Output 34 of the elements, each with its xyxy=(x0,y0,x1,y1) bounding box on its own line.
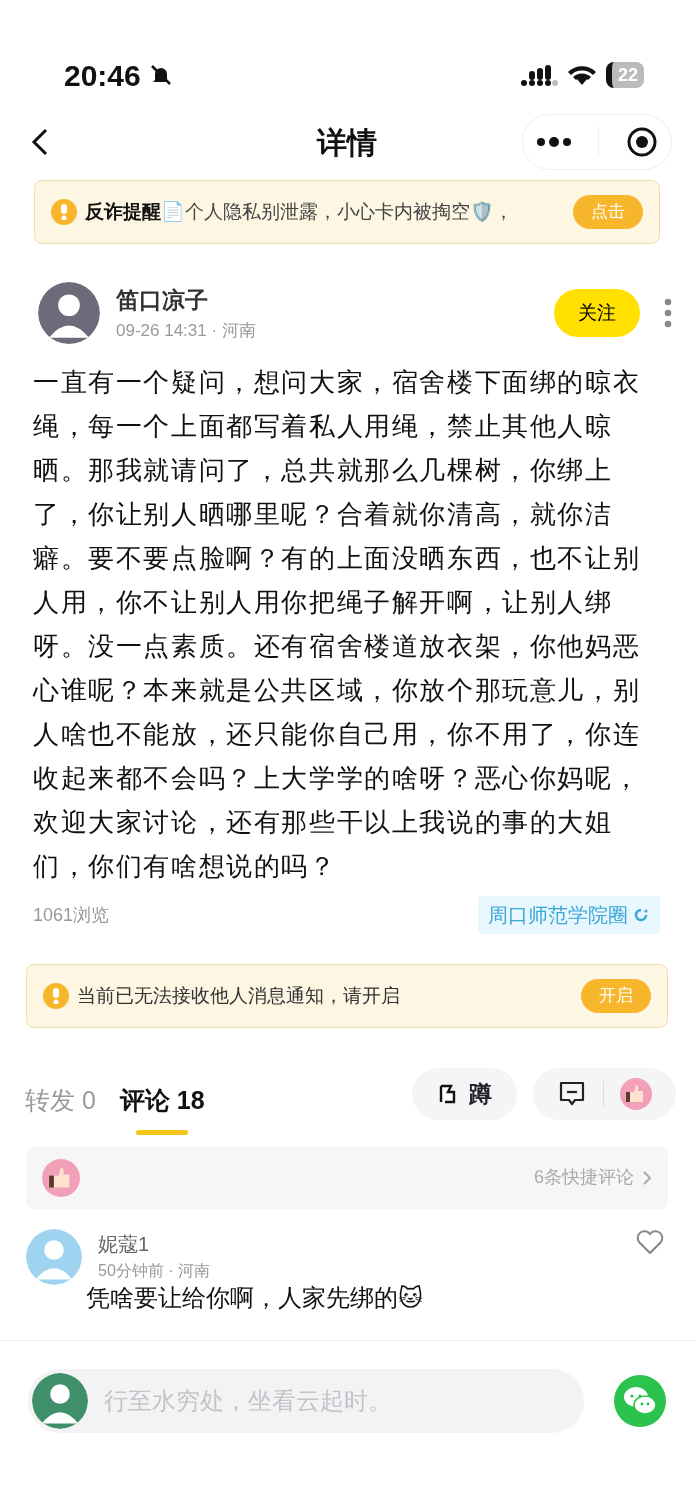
commenter-name[interactable]: 妮蔻1 xyxy=(98,1228,636,1259)
more-icon[interactable] xyxy=(536,136,573,148)
post-meta: 09-26 14:31 · 河南 xyxy=(116,319,257,342)
tab-underline xyxy=(136,1129,189,1135)
banner-text: 📄个人隐私别泄露，小心卡内被掏空🛡， xyxy=(161,199,514,224)
author-name[interactable]: 笛口凉子 xyxy=(116,283,554,318)
comment-text: 凭啥要让给你啊，人家先绑的🐱 xyxy=(86,1282,425,1313)
wechat-icon xyxy=(623,1386,657,1416)
avatar xyxy=(32,1373,88,1429)
comment-meta: 50分钟前 · 河南 xyxy=(98,1260,211,1281)
back-button[interactable] xyxy=(30,127,50,157)
follow-button[interactable]: 关注 xyxy=(554,288,640,338)
signal-icon xyxy=(519,63,558,87)
warning-icon xyxy=(43,983,69,1009)
thumbs-up-icon xyxy=(42,1158,80,1197)
banner-title: 反诈提醒 xyxy=(85,199,161,224)
bell-muted-icon xyxy=(148,63,173,87)
squat-button[interactable]: 蹲 xyxy=(412,1068,517,1120)
warning-icon xyxy=(51,199,77,225)
notice-text: 当前已无法接收他人消息通知，请开启 xyxy=(77,983,401,1008)
refresh-icon xyxy=(632,906,650,924)
thumbs-up-icon[interactable] xyxy=(620,1078,652,1110)
heart-icon[interactable] xyxy=(636,1228,664,1255)
avatar[interactable] xyxy=(38,282,100,344)
status-time: 20:46 xyxy=(64,57,141,94)
battery-level: 22 xyxy=(605,62,644,88)
page-title: 详情 xyxy=(315,124,378,161)
tab[interactable]: 评论 18 xyxy=(119,1082,205,1120)
view-count: 1061浏览 xyxy=(33,903,110,927)
chevron-right-icon xyxy=(642,1169,652,1186)
close-icon[interactable] xyxy=(625,126,658,158)
quick-comments-count: 6条快捷评论 xyxy=(534,1166,634,1189)
comment-icon[interactable] xyxy=(557,1080,587,1108)
post-text: 一直有一个疑问，想问大家，宿舍楼下面绑的晾衣绳，每一个上面都写着私人用绳，禁止其他人晾晒。那我就请问了，总共就那么几棵树，你绑上了，你让别人晒哪里呢？合着就你清高，就你洁癖。要不要点脸啊？有的上面没晒东西，也不让别人用，你不让别人用你把绳子解开啊，让别人绑呀。没一点素质。还有宿舍楼道放衣架，你他妈恶心谁呢？本来就是公共区域，你放个那玩意儿，别人啥也不能放，还只能你自己用，你不用了，你连收起来都不会吗？上大学学的啥呀？恶心你妈呢，欢迎大家讨论，还有那些干以上我说的事的大姐们，你们有啥想说的吗？ xyxy=(33,367,642,882)
